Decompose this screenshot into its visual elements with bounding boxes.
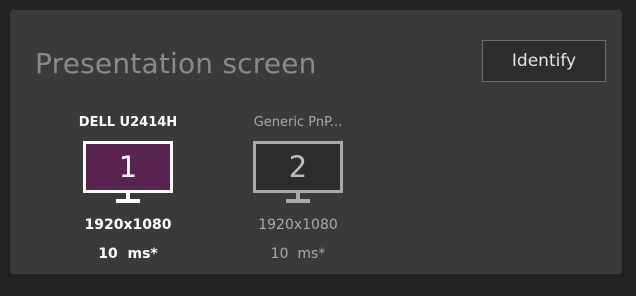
monitor-latency: 10 ms*	[270, 246, 326, 262]
panel-title: Presentation screen	[35, 47, 317, 80]
monitor-name: DELL U2414H	[78, 115, 178, 130]
monitor-base	[116, 199, 140, 203]
monitor-2[interactable]: Generic PnP... 2 1920x1080 10 ms*	[223, 115, 373, 262]
monitor-number: 1	[118, 150, 138, 184]
monitor-base	[286, 199, 310, 203]
monitor-number: 2	[288, 150, 308, 184]
monitor-icon[interactable]: 2	[253, 141, 343, 193]
monitor-icon[interactable]: 1	[83, 141, 173, 193]
presentation-screen-panel: Presentation screen Identify DELL U2414H…	[10, 10, 622, 274]
monitor-resolution: 1920x1080	[258, 217, 338, 233]
monitor-resolution: 1920x1080	[84, 217, 172, 233]
monitor-name: Generic PnP...	[253, 115, 343, 130]
monitor-latency: 10 ms*	[98, 246, 158, 262]
identify-button[interactable]: Identify	[482, 40, 606, 82]
monitor-1[interactable]: DELL U2414H 1 1920x1080 10 ms*	[53, 115, 203, 262]
